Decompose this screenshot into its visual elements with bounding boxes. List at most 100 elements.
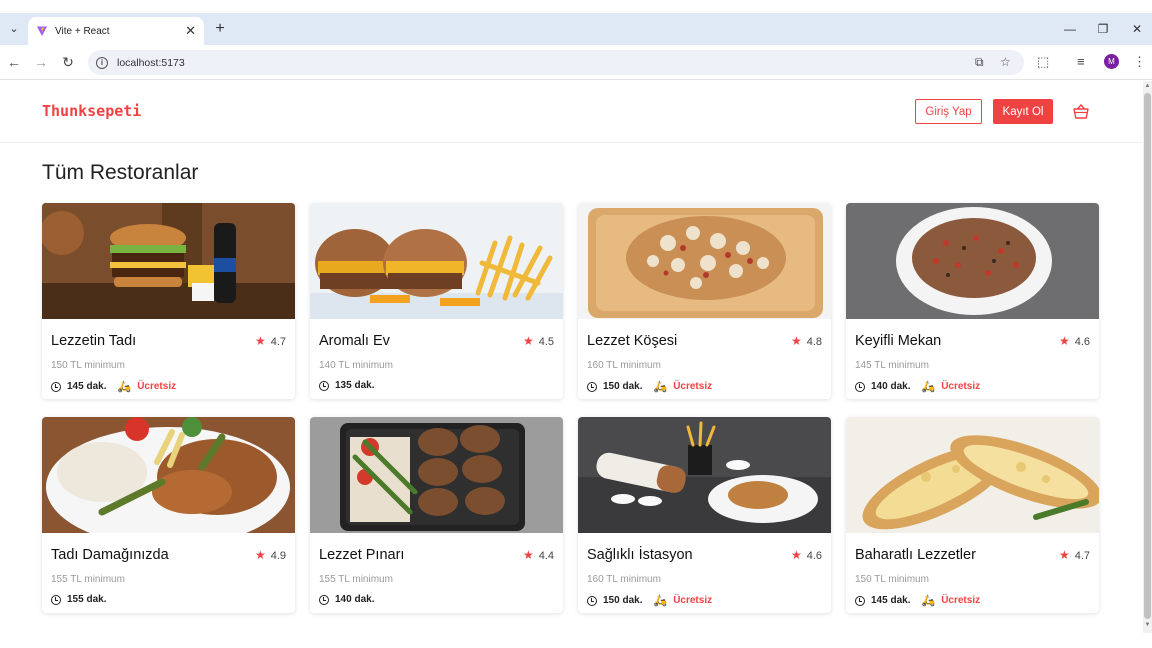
delivery-fee: Ücretsiz [137,381,177,392]
restaurant-card[interactable]: Tadı Damağınızda ★ 4.9 155 TL minimum 155… [42,417,295,613]
delivery-meta: 140 dak. [319,594,374,605]
translate-icon[interactable]: ⧉ [975,55,984,70]
rating: ★ 4.8 [791,334,822,348]
page-scrollbar[interactable]: ▲ ▼ [1143,81,1152,633]
browser-toolbar: ← → ↻ i localhost:5173 ⧉ ☆ ⬚ ≡ M ⋮ [0,45,1152,80]
restore-icon[interactable]: ❐ [1093,19,1113,39]
clock-icon [51,594,61,605]
delivery-fee: Ücretsiz [941,595,981,606]
minimum-order: 160 TL minimum [587,360,661,371]
rating-value: 4.8 [806,336,822,348]
restaurant-name: Lezzet Pınarı [319,547,405,563]
clock-icon [319,380,329,391]
restaurant-card[interactable]: Aromalı Ev ★ 4.5 140 TL minimum 135 dak. [310,203,563,399]
star-icon: ★ [254,334,266,348]
restaurant-image [846,203,1099,319]
address-bar[interactable]: i localhost:5173 ⧉ ☆ [88,50,1024,75]
rating: ★ 4.6 [791,548,822,562]
card-body: Sağlıklı İstasyon ★ 4.6 160 TL minimum 15… [587,533,822,613]
delivery-time: 150 dak. [603,595,643,606]
url-text: localhost:5173 [117,56,185,69]
window-close-icon[interactable]: ✕ [1127,19,1147,39]
clock-icon [587,381,597,392]
delivery-meta: 150 dak. 🛵 Ücretsiz [587,380,712,393]
rating-value: 4.6 [806,550,822,562]
free-delivery: 🛵 Ücretsiz [653,380,712,393]
new-tab-button[interactable]: + [210,19,230,39]
scrollbar-thumb[interactable] [1144,93,1151,619]
bookmark-star-icon[interactable]: ☆ [1000,55,1011,69]
restaurant-image [42,203,295,319]
register-button[interactable]: Kayıt Ol [993,99,1053,124]
delivery-fee: Ücretsiz [941,381,981,392]
restaurant-name: Aromalı Ev [319,333,390,349]
restaurant-name: Baharatlı Lezzetler [855,547,976,563]
scroll-up-icon[interactable]: ▲ [1144,83,1151,89]
delivery-fee: Ücretsiz [673,381,713,392]
restaurant-name: Tadı Damağınızda [51,547,169,563]
rating-value: 4.7 [270,336,286,348]
restaurant-card[interactable]: Lezzet Pınarı ★ 4.4 155 TL minimum 140 da… [310,417,563,613]
rating: ★ 4.9 [255,548,286,562]
motorcycle-icon: 🛵 [653,381,668,393]
star-icon: ★ [790,548,802,562]
clock-icon [51,381,61,392]
vite-logo-icon [37,26,47,36]
tab-close-icon[interactable]: ✕ [185,23,196,39]
restaurant-name: Keyifli Mekan [855,333,942,349]
delivery-time: 145 dak. [871,595,911,606]
browser-tab-active[interactable]: Vite + React ✕ [28,17,204,45]
restaurant-card[interactable]: Lezzetin Tadı ★ 4.7 150 TL minimum 145 da… [42,203,295,399]
delivery-meta: 145 dak. 🛵 Ücretsiz [855,594,980,607]
star-icon: ★ [790,334,802,348]
reload-icon[interactable]: ↻ [59,53,77,71]
minimize-icon[interactable]: — [1060,19,1080,39]
basket-icon[interactable] [1072,103,1090,121]
browser-menu-icon[interactable]: ⋮ [1133,54,1146,70]
restaurant-card[interactable]: Lezzet Köşesi ★ 4.8 160 TL minimum 150 da… [578,203,831,399]
card-body: Aromalı Ev ★ 4.5 140 TL minimum 135 dak. [319,319,554,399]
delivery-meta: 145 dak. 🛵 Ücretsiz [51,380,176,393]
free-delivery: 🛵 Ücretsiz [117,380,176,393]
login-button[interactable]: Giriş Yap [915,99,982,124]
motorcycle-icon: 🛵 [921,381,936,393]
site-info-icon[interactable]: i [96,56,108,69]
restaurant-name: Sağlıklı İstasyon [587,547,693,563]
profile-avatar[interactable]: M [1104,54,1119,69]
rating: ★ 4.5 [523,334,554,348]
restaurant-card[interactable]: Baharatlı Lezzetler ★ 4.7 150 TL minimum … [846,417,1099,613]
rating-value: 4.9 [270,550,286,562]
delivery-meta: 140 dak. 🛵 Ücretsiz [855,380,980,393]
back-arrow-icon[interactable]: ← [5,53,23,71]
extensions-icon[interactable]: ⬚ [1037,54,1049,70]
minimum-order: 150 TL minimum [51,360,125,371]
delivery-meta: 150 dak. 🛵 Ücretsiz [587,594,712,607]
page-viewport: Thunksepeti Giriş Yap Kayıt Ol Tüm Resto… [0,81,1143,648]
site-logo[interactable]: Thunksepeti [42,102,141,120]
free-delivery: 🛵 Ücretsiz [921,594,980,607]
rating: ★ 4.7 [255,334,286,348]
card-body: Lezzet Pınarı ★ 4.4 155 TL minimum 140 da… [319,533,554,613]
free-delivery: 🛵 Ücretsiz [653,594,712,607]
restaurant-card[interactable]: Sağlıklı İstasyon ★ 4.6 160 TL minimum 15… [578,417,831,613]
rating-value: 4.7 [1074,550,1090,562]
tab-list-button[interactable]: ⌄ [4,19,24,39]
page-title: Tüm Restoranlar [42,161,199,184]
delivery-time: 145 dak. [67,381,107,392]
minimum-order: 155 TL minimum [51,574,125,585]
clock-icon [587,595,597,606]
media-control-icon[interactable]: ≡ [1077,54,1085,69]
rating-value: 4.5 [538,336,554,348]
restaurant-image [310,203,563,319]
star-icon: ★ [522,548,534,562]
scroll-down-icon[interactable]: ▼ [1144,622,1151,628]
tab-title: Vite + React [55,25,110,37]
restaurant-image [310,417,563,533]
forward-arrow-icon[interactable]: → [32,53,50,71]
restaurant-card[interactable]: Keyifli Mekan ★ 4.6 145 TL minimum 140 da… [846,203,1099,399]
minimum-order: 150 TL minimum [855,574,929,585]
rating: ★ 4.6 [1059,334,1090,348]
card-body: Lezzet Köşesi ★ 4.8 160 TL minimum 150 da… [587,319,822,399]
card-body: Baharatlı Lezzetler ★ 4.7 150 TL minimum … [855,533,1090,613]
clock-icon [855,595,865,606]
